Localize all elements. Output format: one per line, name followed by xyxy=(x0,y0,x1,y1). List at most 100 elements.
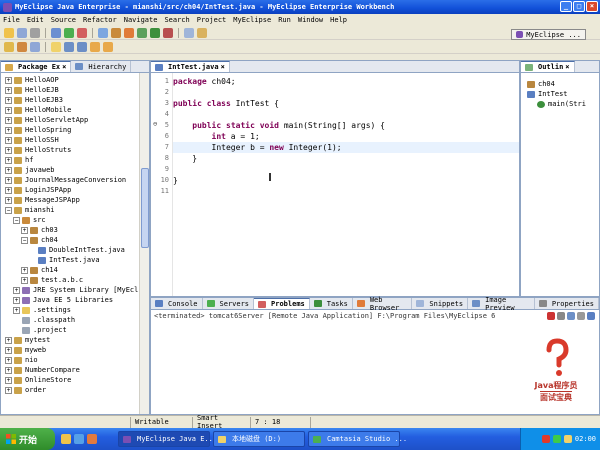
tray-icon[interactable] xyxy=(552,435,561,443)
tree-item[interactable]: + HelloStruts xyxy=(1,145,149,155)
open-task-icon[interactable] xyxy=(197,27,207,38)
clear-console-icon[interactable] xyxy=(577,312,585,320)
maximize-button[interactable]: □ xyxy=(573,1,585,12)
code-line[interactable]: public class IntTest { xyxy=(173,98,519,109)
tab-package-explorer[interactable]: Package Ex × xyxy=(1,61,72,72)
tab-problems[interactable]: Problems xyxy=(254,298,310,309)
expand-icon[interactable]: + xyxy=(5,386,12,394)
tree-item[interactable]: + myweb xyxy=(1,345,149,355)
terminate-icon[interactable] xyxy=(547,312,555,320)
menu-item-search[interactable]: Search xyxy=(164,16,189,24)
tree-item[interactable]: + .settings xyxy=(1,305,149,315)
expand-icon[interactable]: + xyxy=(13,296,20,304)
expand-icon[interactable]: + xyxy=(5,96,12,104)
menu-item-file[interactable]: File xyxy=(3,16,20,24)
tab-outline[interactable]: Outlin × xyxy=(521,61,575,72)
expand-icon[interactable]: + xyxy=(5,106,12,114)
start-button[interactable]: 开始 xyxy=(0,428,55,450)
menu-item-navigate[interactable]: Navigate xyxy=(124,16,158,24)
tree-item[interactable]: +IntTest.java xyxy=(1,255,149,265)
quick-launch-icon[interactable] xyxy=(74,434,84,444)
tree-item[interactable]: + hf xyxy=(1,155,149,165)
tab-snippets[interactable]: Snippets xyxy=(412,298,469,309)
code-area[interactable]: package ch04; public class IntTest { publ… xyxy=(173,73,519,296)
tab-hierarchy[interactable]: Hierarchy xyxy=(71,61,132,72)
code-line[interactable]: package ch04; xyxy=(173,76,519,87)
tree-item[interactable]: − src xyxy=(1,215,149,225)
stop-server-icon[interactable] xyxy=(77,27,87,38)
menu-item-project[interactable]: Project xyxy=(197,16,227,24)
tab-web-browser[interactable]: Web Browser xyxy=(353,296,413,312)
code-line[interactable]: } xyxy=(173,175,519,186)
tree-item[interactable]: + ch14 xyxy=(1,265,149,275)
expand-icon[interactable]: + xyxy=(5,126,12,134)
tab-inttest-java[interactable]: IntTest.java × xyxy=(151,61,230,72)
collapse-icon[interactable]: − xyxy=(21,236,28,244)
tree-item[interactable]: + javaweb xyxy=(1,165,149,175)
close-button[interactable]: × xyxy=(586,1,598,12)
new-package-icon[interactable] xyxy=(17,41,27,52)
expand-icon[interactable]: + xyxy=(5,366,12,374)
menu-item-myeclipse[interactable]: MyEclipse xyxy=(233,16,271,24)
taskbar-item-myeclipse[interactable]: MyEclipse Java E... xyxy=(118,431,217,447)
perspective-switcher[interactable]: MyEclipse ... xyxy=(511,29,586,40)
tray-icon[interactable] xyxy=(541,435,550,443)
tree-item[interactable]: + NumberCompare xyxy=(1,365,149,375)
expand-icon[interactable]: + xyxy=(5,336,12,344)
tree-item[interactable]: + HelloMobile xyxy=(1,105,149,115)
expand-icon[interactable]: + xyxy=(5,116,12,124)
tab-tasks[interactable]: Tasks xyxy=(310,298,353,309)
toggle-mark-icon[interactable] xyxy=(51,41,61,52)
package-explorer-scrollbar[interactable] xyxy=(139,73,149,414)
forward-arrow-icon[interactable] xyxy=(103,41,113,52)
minimize-button[interactable]: _ xyxy=(560,1,572,12)
print-icon[interactable] xyxy=(30,27,40,38)
tab-properties[interactable]: Properties xyxy=(535,298,599,309)
menu-item-edit[interactable]: Edit xyxy=(27,16,44,24)
menu-item-refactor[interactable]: Refactor xyxy=(83,16,117,24)
tree-item[interactable]: + HelloServletApp xyxy=(1,115,149,125)
run-icon[interactable] xyxy=(150,27,160,38)
tree-item[interactable]: +.classpath xyxy=(1,315,149,325)
quick-launch-icon[interactable] xyxy=(61,434,71,444)
outline-item[interactable]: main(Stri xyxy=(521,99,599,109)
outline-item[interactable]: IntTest xyxy=(521,89,599,99)
tab-console[interactable]: Console xyxy=(151,298,203,309)
expand-icon[interactable]: + xyxy=(13,286,20,294)
tree-item[interactable]: + LoginJSPApp xyxy=(1,185,149,195)
save-icon[interactable] xyxy=(17,27,27,38)
expand-icon[interactable]: + xyxy=(5,156,12,164)
search-icon[interactable] xyxy=(184,27,194,38)
tree-item[interactable]: + mytest xyxy=(1,335,149,345)
expand-icon[interactable]: + xyxy=(5,346,12,354)
tree-item[interactable]: + MessageJSPApp xyxy=(1,195,149,205)
code-line[interactable]: Integer b = new Integer(1); xyxy=(173,142,519,153)
tree-item[interactable]: + HelloSpring xyxy=(1,125,149,135)
expand-icon[interactable]: + xyxy=(5,376,12,384)
new-icon[interactable] xyxy=(4,27,14,38)
tree-item[interactable]: + order xyxy=(1,385,149,395)
menu-item-source[interactable]: Source xyxy=(51,16,76,24)
package-icon[interactable] xyxy=(111,27,121,38)
expand-icon[interactable]: + xyxy=(5,166,12,174)
tree-item[interactable]: + HelloSSH xyxy=(1,135,149,145)
open-type-icon[interactable] xyxy=(98,27,108,38)
next-annotation-icon[interactable] xyxy=(64,41,74,52)
tree-item[interactable]: + HelloAOP xyxy=(1,75,149,85)
debug-icon[interactable] xyxy=(137,27,147,38)
display-console-icon[interactable] xyxy=(587,312,595,320)
external-tools-icon[interactable] xyxy=(163,27,173,38)
tree-item[interactable]: +.project xyxy=(1,325,149,335)
code-line[interactable] xyxy=(173,109,519,120)
expand-icon[interactable]: + xyxy=(21,226,28,234)
scrollbar-thumb[interactable] xyxy=(141,168,149,248)
code-line[interactable]: public static void main(String[] args) { xyxy=(173,120,519,131)
expand-icon[interactable]: + xyxy=(5,76,12,84)
scroll-lock-icon[interactable] xyxy=(567,312,575,320)
expand-icon[interactable]: + xyxy=(21,276,28,284)
tree-item[interactable]: + test.a.b.c xyxy=(1,275,149,285)
tree-item[interactable]: + JournalMessageConversion xyxy=(1,175,149,185)
tray-icon[interactable] xyxy=(563,435,572,443)
previous-annotation-icon[interactable] xyxy=(77,41,87,52)
menu-item-help[interactable]: Help xyxy=(330,16,347,24)
